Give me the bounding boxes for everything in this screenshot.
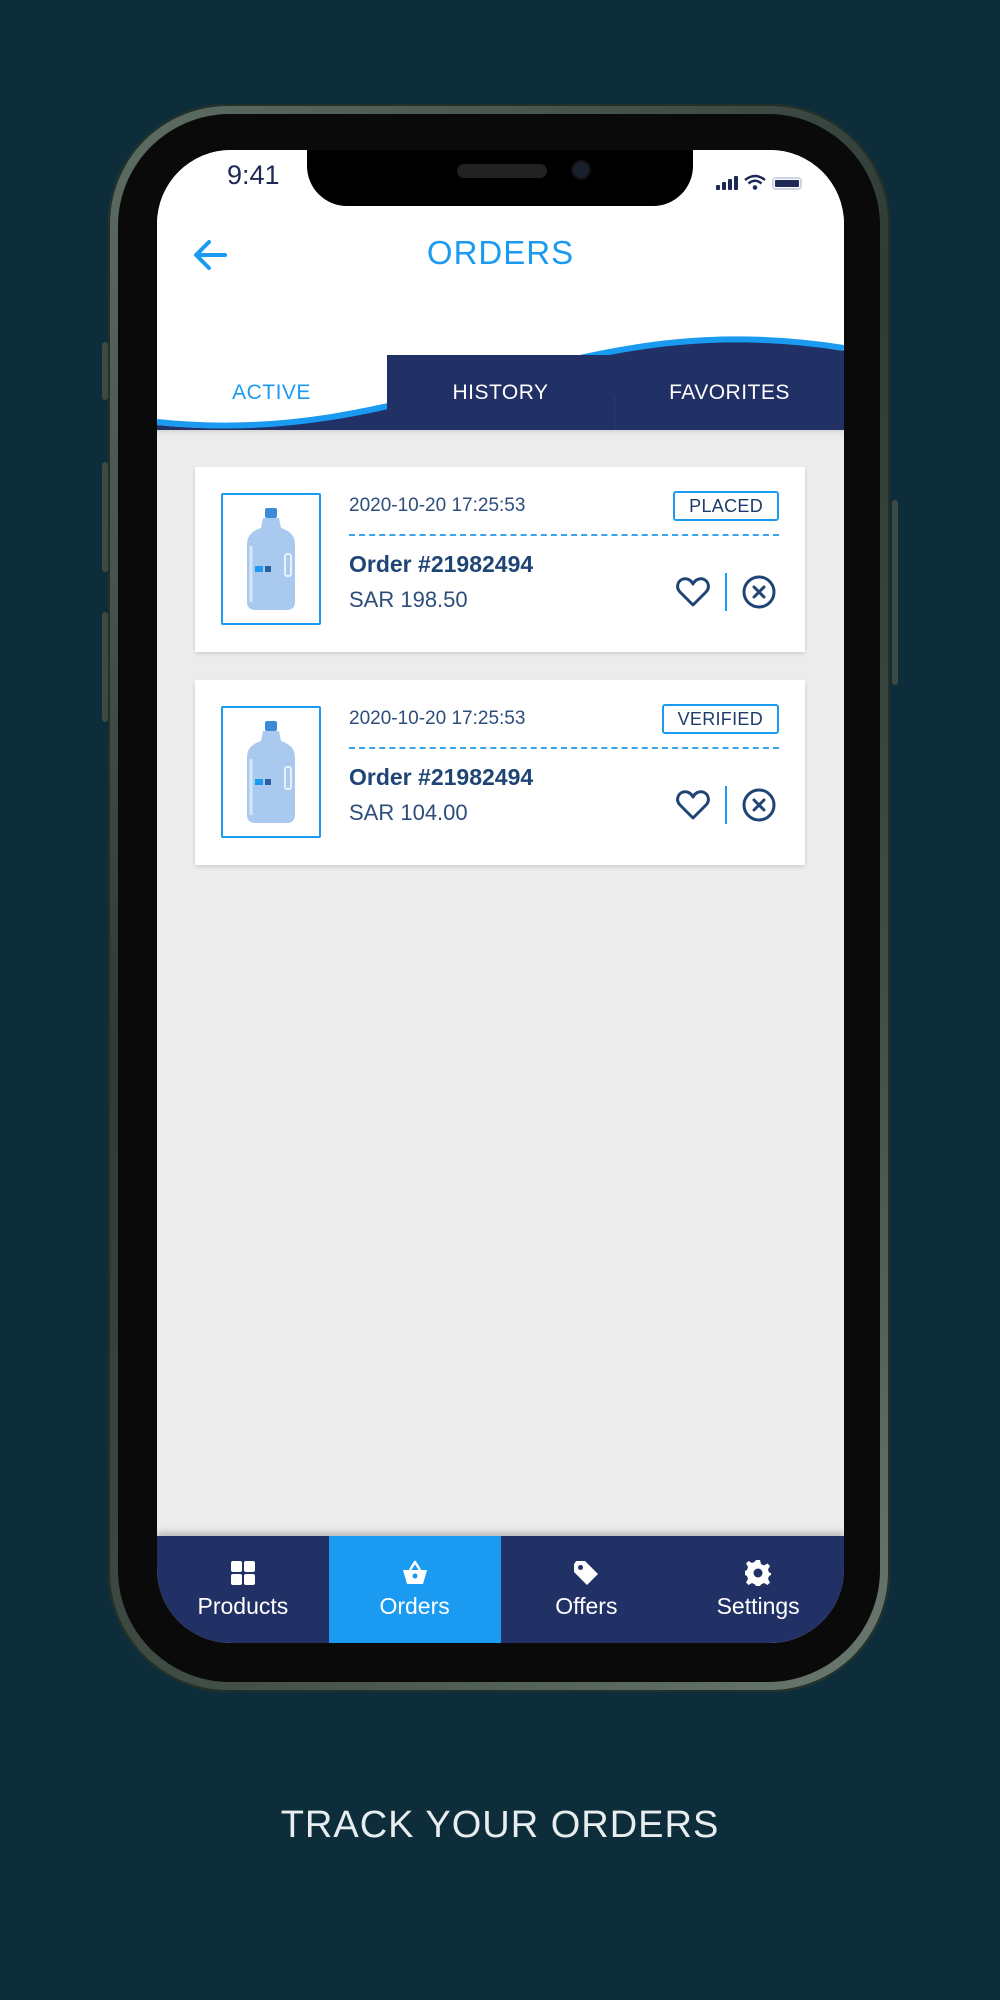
status-time: 9:41: [227, 160, 280, 190]
tab-history[interactable]: HISTORY: [386, 355, 615, 430]
power-button: [892, 500, 898, 685]
status-bar: 9:41: [157, 150, 844, 210]
page-title: ORDERS: [426, 234, 575, 271]
order-number: Order #21982494: [349, 551, 534, 577]
order-price: SAR 198.50: [349, 587, 468, 612]
promo-caption: TRACK YOUR ORDERS: [280, 1804, 720, 1846]
order-tabs: ACTIVE HISTORY FAVORITES: [157, 355, 844, 430]
favorite-button[interactable]: [675, 787, 711, 823]
order-actions: [675, 786, 777, 824]
action-separator: [725, 573, 727, 611]
basket-icon: [402, 1560, 427, 1584]
battery-icon: [772, 177, 802, 190]
grid-icon: [230, 1561, 255, 1585]
tab-active[interactable]: ACTIVE: [157, 355, 386, 430]
order-date: 2020-10-20 17:25:53: [349, 708, 526, 729]
volume-up-button: [102, 462, 108, 572]
heart-icon: [676, 577, 710, 607]
favorite-button[interactable]: [675, 574, 711, 610]
wifi-icon: [744, 174, 766, 190]
nav-orders[interactable]: Orders: [328, 1536, 501, 1643]
tag-icon: [574, 1561, 599, 1585]
water-bottle-icon: [247, 721, 295, 823]
order-card[interactable]: 2020-10-20 17:25:53 PLACED Order #219824…: [195, 467, 805, 652]
signal-icon: [716, 176, 738, 190]
order-number: Order #21982494: [349, 764, 534, 790]
order-price: SAR 104.00: [349, 800, 468, 825]
dashed-divider: [349, 534, 779, 536]
nav-label: Products: [197, 1593, 289, 1619]
status-icons: [716, 174, 802, 190]
order-card[interactable]: 2020-10-20 17:25:53 VERIFIED Order #2198…: [195, 680, 805, 865]
nav-label: Settings: [716, 1593, 800, 1619]
nav-settings[interactable]: Settings: [672, 1536, 844, 1643]
action-separator: [725, 786, 727, 824]
nav-offers[interactable]: Offers: [501, 1536, 673, 1643]
order-thumbnail: [221, 706, 321, 838]
cancel-order-button[interactable]: [741, 787, 777, 823]
status-badge: VERIFIED: [661, 704, 779, 734]
status-badge: PLACED: [673, 491, 779, 521]
close-circle-icon: [742, 788, 776, 822]
side-button: [102, 342, 108, 400]
volume-down-button: [102, 612, 108, 722]
nav-label: Offers: [555, 1593, 618, 1619]
order-actions: [675, 573, 777, 611]
order-thumbnail: [221, 493, 321, 625]
nav-products[interactable]: Products: [157, 1536, 329, 1643]
orders-list: 2020-10-20 17:25:53 PLACED Order #219824…: [157, 430, 844, 1535]
dashed-divider: [349, 747, 779, 749]
tab-favorites[interactable]: FAVORITES: [615, 355, 844, 430]
water-bottle-icon: [247, 508, 295, 610]
phone-screen: ORDERS ACTIVE HISTORY FAVORITES 9:41 202…: [157, 150, 844, 1643]
heart-icon: [676, 790, 710, 820]
close-circle-icon: [742, 575, 776, 609]
gear-icon: [745, 1560, 772, 1586]
nav-label: Orders: [379, 1593, 450, 1619]
cancel-order-button[interactable]: [741, 574, 777, 610]
bottom-navigation: Products Orders Offers Settings: [157, 1536, 844, 1643]
order-date: 2020-10-20 17:25:53: [349, 495, 526, 516]
